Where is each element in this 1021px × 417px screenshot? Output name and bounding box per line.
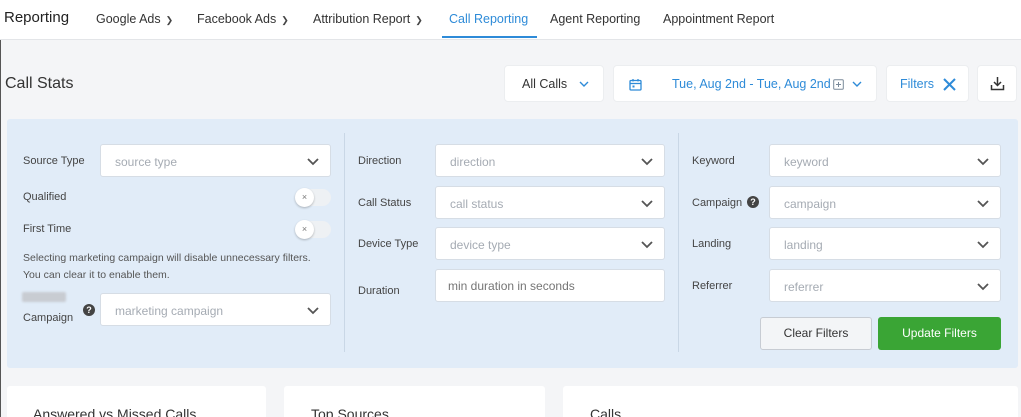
- first-time-label: First Time: [23, 223, 72, 235]
- nav-label: Google Ads: [96, 12, 161, 26]
- keyword-label: Keyword: [692, 155, 735, 167]
- chevron-down-icon: [977, 200, 989, 208]
- chevron-down-icon: [307, 158, 319, 166]
- nav-call-reporting[interactable]: Call Reporting: [449, 12, 528, 26]
- brand-title: Reporting: [4, 9, 70, 26]
- device-type-select[interactable]: device type: [435, 227, 665, 260]
- source-type-label: Source Type: [23, 155, 85, 167]
- campaign-label: Campaign: [23, 312, 74, 324]
- close-icon: [943, 78, 956, 91]
- window-edge: [0, 0, 1, 417]
- filters-toggle-button[interactable]: Filters: [886, 65, 969, 102]
- help-icon[interactable]: ?: [747, 196, 759, 208]
- campaign-note-line1: Selecting marketing campaign will disabl…: [23, 252, 311, 264]
- filter-panel: Source Type source type Qualified × Firs…: [7, 119, 1018, 368]
- keyword-select[interactable]: keyword: [769, 144, 1001, 177]
- all-calls-label: All Calls: [522, 77, 568, 91]
- date-range-picker[interactable]: Tue, Aug 2nd - Tue, Aug 2nd: [613, 65, 877, 102]
- landing-select[interactable]: landing: [769, 227, 1001, 260]
- chevron-down-icon: [641, 200, 653, 208]
- nav-label: Attribution Report: [313, 12, 411, 26]
- qualified-label: Qualified: [23, 191, 67, 203]
- download-button[interactable]: [977, 65, 1017, 102]
- campaign-placeholder: campaign: [784, 197, 837, 211]
- card-title: Top Sources: [311, 406, 389, 417]
- nav-facebook-ads[interactable]: Facebook Ads ❯: [197, 12, 289, 26]
- chevron-down-icon: [641, 158, 653, 166]
- download-icon: [990, 77, 1005, 91]
- redacted-label: [22, 292, 66, 302]
- nav-label: Facebook Ads: [197, 12, 277, 26]
- campaign-note-line2: You can clear it to enable them.: [23, 269, 170, 281]
- chevron-down-icon: [641, 241, 653, 249]
- nav-label: Appointment Report: [663, 12, 775, 26]
- device-type-placeholder: device type: [450, 238, 511, 252]
- toggle-off-icon: ×: [295, 220, 314, 239]
- top-nav: Reporting Google Ads ❯ Facebook Ads ❯ Attr…: [0, 0, 1021, 40]
- chevron-down-icon: ❯: [281, 15, 289, 25]
- call-status-label: Call Status: [358, 197, 412, 209]
- calendar-add-icon: [833, 79, 844, 90]
- chevron-down-icon: [852, 81, 862, 87]
- nav-label: Call Reporting: [449, 12, 529, 26]
- column-divider: [678, 133, 679, 352]
- nav-appointment-report[interactable]: Appointment Report: [663, 12, 774, 26]
- help-icon[interactable]: ?: [83, 304, 95, 316]
- marketing-campaign-placeholder: marketing campaign: [115, 304, 224, 318]
- duration-input[interactable]: [435, 269, 665, 302]
- duration-label: Duration: [358, 285, 400, 297]
- chevron-down-icon: [977, 241, 989, 249]
- column-divider: [344, 133, 345, 352]
- direction-select[interactable]: direction: [435, 144, 665, 177]
- filters-label: Filters: [900, 77, 935, 91]
- nav-google-ads[interactable]: Google Ads ❯: [96, 12, 173, 26]
- page-title: Call Stats: [5, 75, 74, 92]
- landing-placeholder: landing: [784, 238, 823, 252]
- first-time-toggle[interactable]: ×: [295, 220, 331, 239]
- chevron-down-icon: [579, 81, 589, 87]
- referrer-placeholder: referrer: [784, 280, 824, 294]
- active-tab-indicator: [442, 36, 537, 38]
- top-sources-card: Top Sources: [284, 386, 545, 417]
- campaign-select[interactable]: campaign: [769, 186, 1001, 219]
- calendar-icon: [629, 79, 642, 91]
- source-type-placeholder: source type: [115, 155, 178, 169]
- card-title: Answered vs Missed Calls: [33, 406, 197, 417]
- campaign-label: Campaign: [692, 197, 743, 209]
- date-range-label: Tue, Aug 2nd - Tue, Aug 2nd: [672, 77, 831, 91]
- update-filters-button[interactable]: Update Filters: [878, 317, 1001, 350]
- all-calls-dropdown[interactable]: All Calls: [504, 65, 604, 102]
- chevron-down-icon: [307, 307, 319, 315]
- nav-attribution-report[interactable]: Attribution Report ❯: [313, 12, 423, 26]
- chevron-down-icon: ❯: [165, 15, 174, 25]
- chevron-down-icon: [977, 283, 989, 291]
- chevron-down-icon: ❯: [415, 15, 423, 25]
- nav-label: Agent Reporting: [550, 12, 641, 26]
- call-status-placeholder: call status: [450, 197, 504, 211]
- landing-label: Landing: [692, 238, 732, 250]
- direction-label: Direction: [358, 155, 402, 167]
- answered-missed-card: Answered vs Missed Calls: [7, 386, 266, 417]
- qualified-toggle[interactable]: ×: [295, 188, 331, 207]
- marketing-campaign-select[interactable]: marketing campaign: [100, 293, 331, 326]
- chevron-down-icon: [977, 158, 989, 166]
- direction-placeholder: direction: [450, 155, 496, 169]
- keyword-placeholder: keyword: [784, 155, 829, 169]
- calls-card: Calls: [563, 386, 1018, 417]
- call-status-select[interactable]: call status: [435, 186, 665, 219]
- card-title: Calls: [590, 406, 622, 417]
- referrer-select[interactable]: referrer: [769, 269, 1001, 302]
- source-type-select[interactable]: source type: [100, 144, 331, 177]
- clear-filters-button[interactable]: Clear Filters: [760, 317, 872, 350]
- nav-agent-reporting[interactable]: Agent Reporting: [550, 12, 640, 26]
- referrer-label: Referrer: [692, 280, 733, 292]
- device-type-label: Device Type: [358, 238, 419, 250]
- toggle-off-icon: ×: [295, 188, 314, 207]
